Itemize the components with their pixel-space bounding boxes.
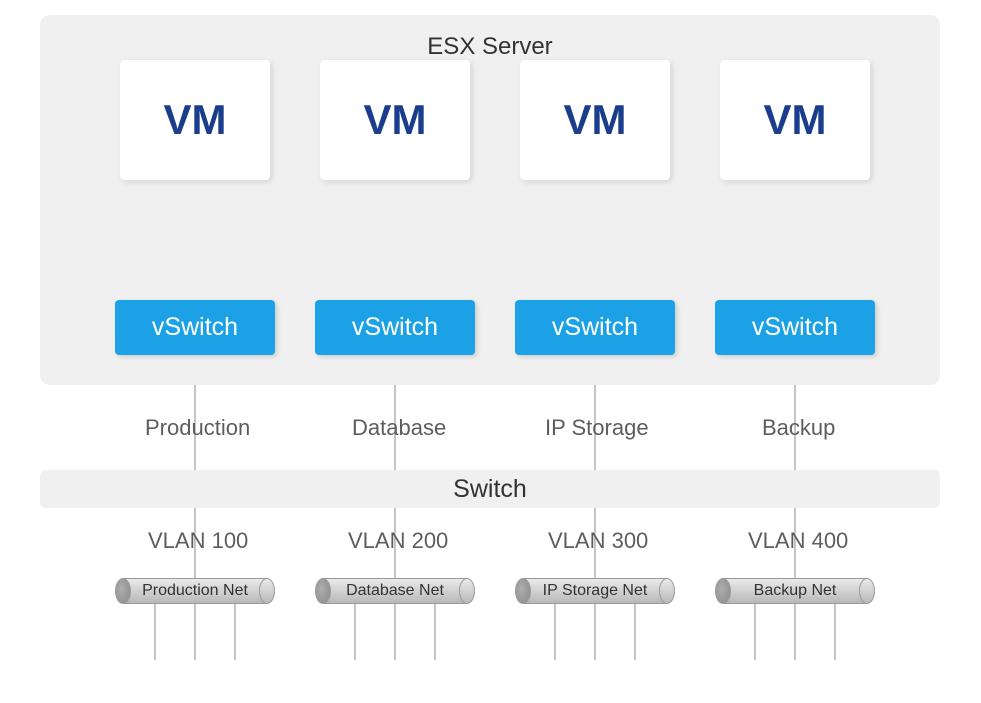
vswitch-label: vSwitch: [752, 313, 838, 342]
vswitch-label: vSwitch: [152, 313, 238, 342]
net-cyl-label: Backup Net: [715, 578, 875, 604]
vm-label: VM: [564, 96, 627, 144]
switch-label: Switch: [453, 475, 527, 504]
vm-label: VM: [764, 96, 827, 144]
vswitch-label: vSwitch: [552, 313, 638, 342]
vlan-label-200: VLAN 200: [348, 528, 448, 554]
net-cylinder-production: Production Net: [115, 578, 275, 604]
vswitch-box-3: vSwitch: [515, 300, 675, 355]
net-cyl-label: Production Net: [115, 578, 275, 604]
vlan-label-400: VLAN 400: [748, 528, 848, 554]
vswitch-label: vSwitch: [352, 313, 438, 342]
vlan-label-100: VLAN 100: [148, 528, 248, 554]
net-cyl-label: IP Storage Net: [515, 578, 675, 604]
net-cylinder-ipstorage: IP Storage Net: [515, 578, 675, 604]
vm-box-2: VM: [320, 60, 470, 180]
vlan-label-300: VLAN 300: [548, 528, 648, 554]
vswitch-box-2: vSwitch: [315, 300, 475, 355]
vm-label: VM: [364, 96, 427, 144]
netlabel-database: Database: [352, 415, 446, 441]
esx-server-title: ESX Server: [40, 33, 940, 61]
vm-label: VM: [164, 96, 227, 144]
vm-box-4: VM: [720, 60, 870, 180]
diagram-canvas: ESX Server VM VM VM VM vSwitch vSwitch v…: [0, 0, 981, 703]
net-cylinder-database: Database Net: [315, 578, 475, 604]
vswitch-box-4: vSwitch: [715, 300, 875, 355]
net-cyl-label: Database Net: [315, 578, 475, 604]
vswitch-box-1: vSwitch: [115, 300, 275, 355]
netlabel-production: Production: [145, 415, 250, 441]
net-cylinder-backup: Backup Net: [715, 578, 875, 604]
netlabel-backup: Backup: [762, 415, 835, 441]
netlabel-ipstorage: IP Storage: [545, 415, 649, 441]
switch-bar: Switch: [40, 470, 940, 508]
vm-box-1: VM: [120, 60, 270, 180]
vm-box-3: VM: [520, 60, 670, 180]
